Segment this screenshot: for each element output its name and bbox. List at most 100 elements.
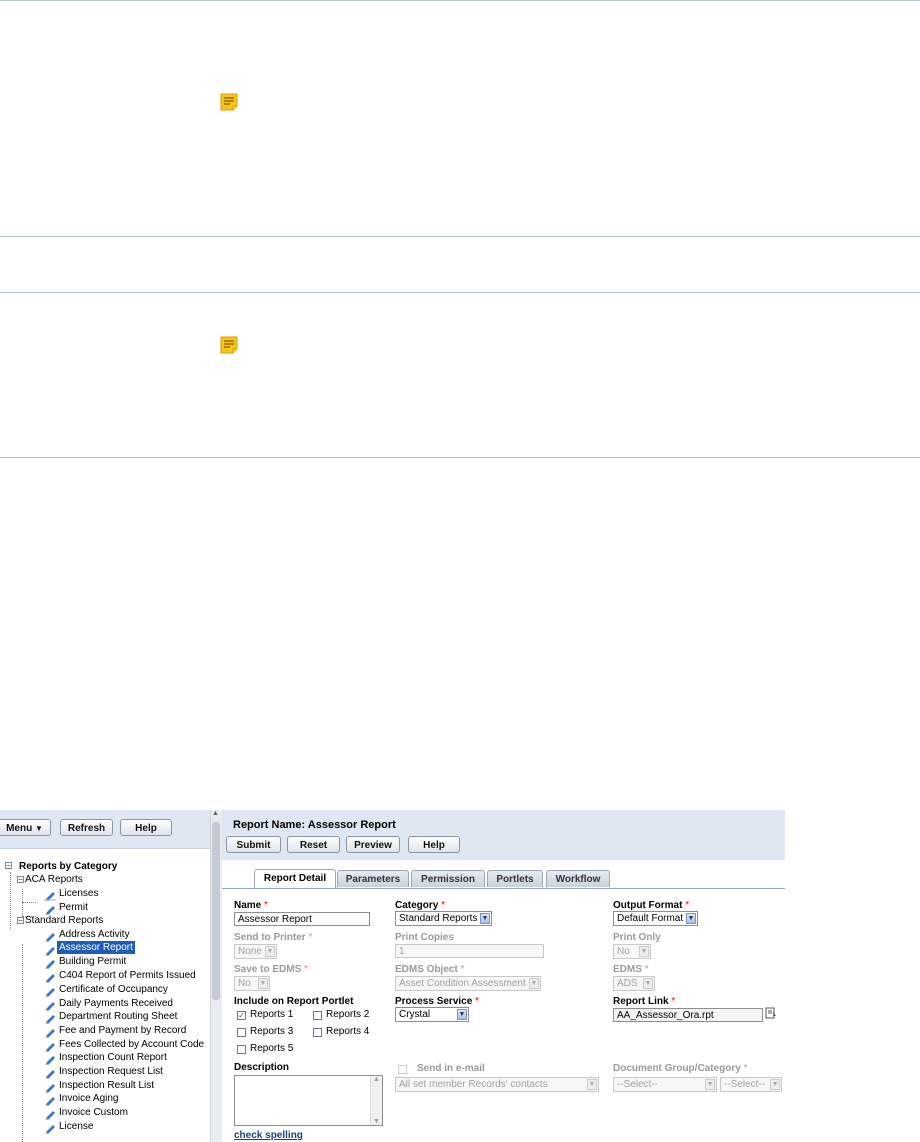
tree-item[interactable]: Department Routing Sheet [59,1010,177,1023]
submit-button[interactable]: Submit [226,836,281,853]
send-to-printer-select[interactable]: None ▼ [234,944,277,959]
category-select[interactable]: Standard Reports ▼ [395,911,492,926]
name-label: Name * [234,900,268,911]
tree-item[interactable]: Invoice Custom [59,1106,128,1119]
collapse-icon[interactable]: − [5,862,12,870]
tree-item[interactable]: Invoice Aging [59,1092,119,1105]
tree-connector [22,889,23,918]
left-panel-scrollbar[interactable]: ▲ [210,810,222,1142]
report-icon [45,974,55,983]
reports-3-checkbox[interactable] [237,1028,246,1037]
note-icon [220,93,238,111]
tree-item[interactable]: Inspection Result List [59,1079,154,1092]
help-button[interactable]: Help [120,819,172,836]
process-service-select[interactable]: Crystal ▼ [395,1007,469,1022]
section-rule [0,292,920,293]
dropdown-arrow-icon: ▼ [480,913,490,924]
doc-category-select[interactable]: --Select-- ▼ [720,1077,782,1092]
preview-button[interactable]: Preview [346,836,400,853]
tab-workflow[interactable]: Workflow [546,870,610,887]
save-to-edms-label: Save to EDMS * [234,964,308,975]
tree-item[interactable]: Fee and Payment by Record [59,1024,186,1037]
dropdown-arrow-icon: ▼ [265,946,275,957]
send-email-checkbox[interactable] [398,1065,407,1074]
report-icon [45,1125,55,1134]
tree-root[interactable]: Reports by Category [19,860,117,873]
check-spelling-link[interactable]: check spelling [234,1130,303,1141]
refresh-button[interactable]: Refresh [60,819,113,836]
tree-item-selected[interactable]: Assessor Report [57,941,135,954]
report-icon [45,1084,55,1093]
collapse-icon[interactable]: − [17,917,24,925]
report-icon [45,1002,55,1011]
include-portlet-label: Include on Report Portlet [234,996,354,1007]
tab-report-detail[interactable]: Report Detail [254,869,336,888]
report-icon [45,1015,55,1024]
tree-item[interactable]: C404 Report of Permits Issued [59,969,196,982]
tree-item[interactable]: Certificate of Occupancy [59,983,168,996]
tree-item[interactable]: Address Activity [59,928,130,941]
report-manager-screenshot: Menu ▼ Refresh Help − Reports by Categor… [0,810,785,1142]
reports-5-label: Reports 5 [250,1043,294,1054]
report-icon [45,1111,55,1120]
tree-group-standard[interactable]: Standard Reports [25,914,103,927]
tree-item[interactable]: License [59,1120,93,1133]
print-only-label: Print Only [613,932,661,943]
scroll-down-icon[interactable]: ▼ [373,1118,380,1125]
tree-item[interactable]: Inspection Request List [59,1065,163,1078]
output-format-select[interactable]: Default Format ▼ [613,911,698,926]
report-icon [45,1043,55,1052]
tree-item[interactable]: Fees Collected by Account Code [59,1038,204,1051]
edms-object-select[interactable]: Asset Condition Assessment ▼ [395,976,541,991]
reports-5-checkbox[interactable] [237,1045,246,1054]
help-button[interactable]: Help [408,836,460,853]
tab-portlets[interactable]: Portlets [487,870,543,887]
scroll-up-icon[interactable]: ▲ [373,1076,380,1083]
reports-1-label: Reports 1 [250,1009,294,1020]
report-link-input[interactable]: AA_Assessor_Ora.rpt [613,1008,763,1022]
name-input[interactable]: Assessor Report [234,912,370,926]
edms-object-label: EDMS Object * [395,964,465,975]
reset-button[interactable]: Reset [287,836,340,853]
reports-2-label: Reports 2 [326,1009,370,1020]
doc-group-select[interactable]: --Select-- ▼ [613,1077,717,1092]
tab-permission[interactable]: Permission [411,870,485,887]
menu-button-label: Menu [6,823,33,834]
report-icon [45,947,55,956]
collapse-icon[interactable]: − [17,876,24,884]
tree-item[interactable]: Daily Payments Received [59,997,173,1010]
tree-item-licenses[interactable]: Licenses [59,887,98,900]
report-link-label: Report Link * [613,996,676,1007]
menu-button[interactable]: Menu ▼ [0,819,51,836]
reports-2-checkbox[interactable] [313,1011,322,1020]
reports-3-label: Reports 3 [250,1026,294,1037]
report-detail-panel: Report Name: Assessor Report Submit Rese… [222,810,785,1142]
tree-group-aca[interactable]: ACA Reports [25,873,83,886]
report-header: Report Name: Assessor Report Submit Rese… [222,810,785,860]
send-email-select[interactable]: All set member Records' contacts ▼ [395,1077,599,1092]
doc-group-label: Document Group/Category * [613,1063,748,1074]
reports-4-checkbox[interactable] [313,1028,322,1037]
left-panel: Menu ▼ Refresh Help − Reports by Categor… [0,810,210,1142]
save-to-edms-select[interactable]: No ▼ [234,976,270,991]
scrollbar-thumb[interactable] [212,822,220,1000]
process-service-label: Process Service * [395,996,479,1007]
dropdown-arrow-icon: ▼ [587,1079,597,1090]
tree-item[interactable]: Building Permit [59,955,126,968]
scroll-up-icon[interactable]: ▲ [212,810,219,817]
print-copies-input[interactable]: 1 [395,944,544,958]
left-toolbar: Menu ▼ Refresh Help [0,810,210,849]
print-only-select[interactable]: No ▼ [613,944,651,959]
reports-1-checkbox[interactable]: ✓ [237,1011,246,1020]
description-textarea[interactable]: ▲ ▼ [234,1075,383,1126]
note-icon [220,336,238,354]
tree-item[interactable]: Inspection Count Report [59,1051,167,1064]
tab-parameters[interactable]: Parameters [337,870,409,887]
tree-item-permit[interactable]: Permit [59,901,88,914]
textarea-scrollbar[interactable]: ▲ ▼ [370,1076,382,1125]
dropdown-arrow-icon: ▼ [686,913,696,924]
dropdown-arrow-icon: ▼ [457,1009,467,1020]
edms-select[interactable]: ADS ▼ [613,976,655,991]
browse-file-icon[interactable] [765,1007,777,1019]
page-title: Report Name: Assessor Report [233,819,396,831]
